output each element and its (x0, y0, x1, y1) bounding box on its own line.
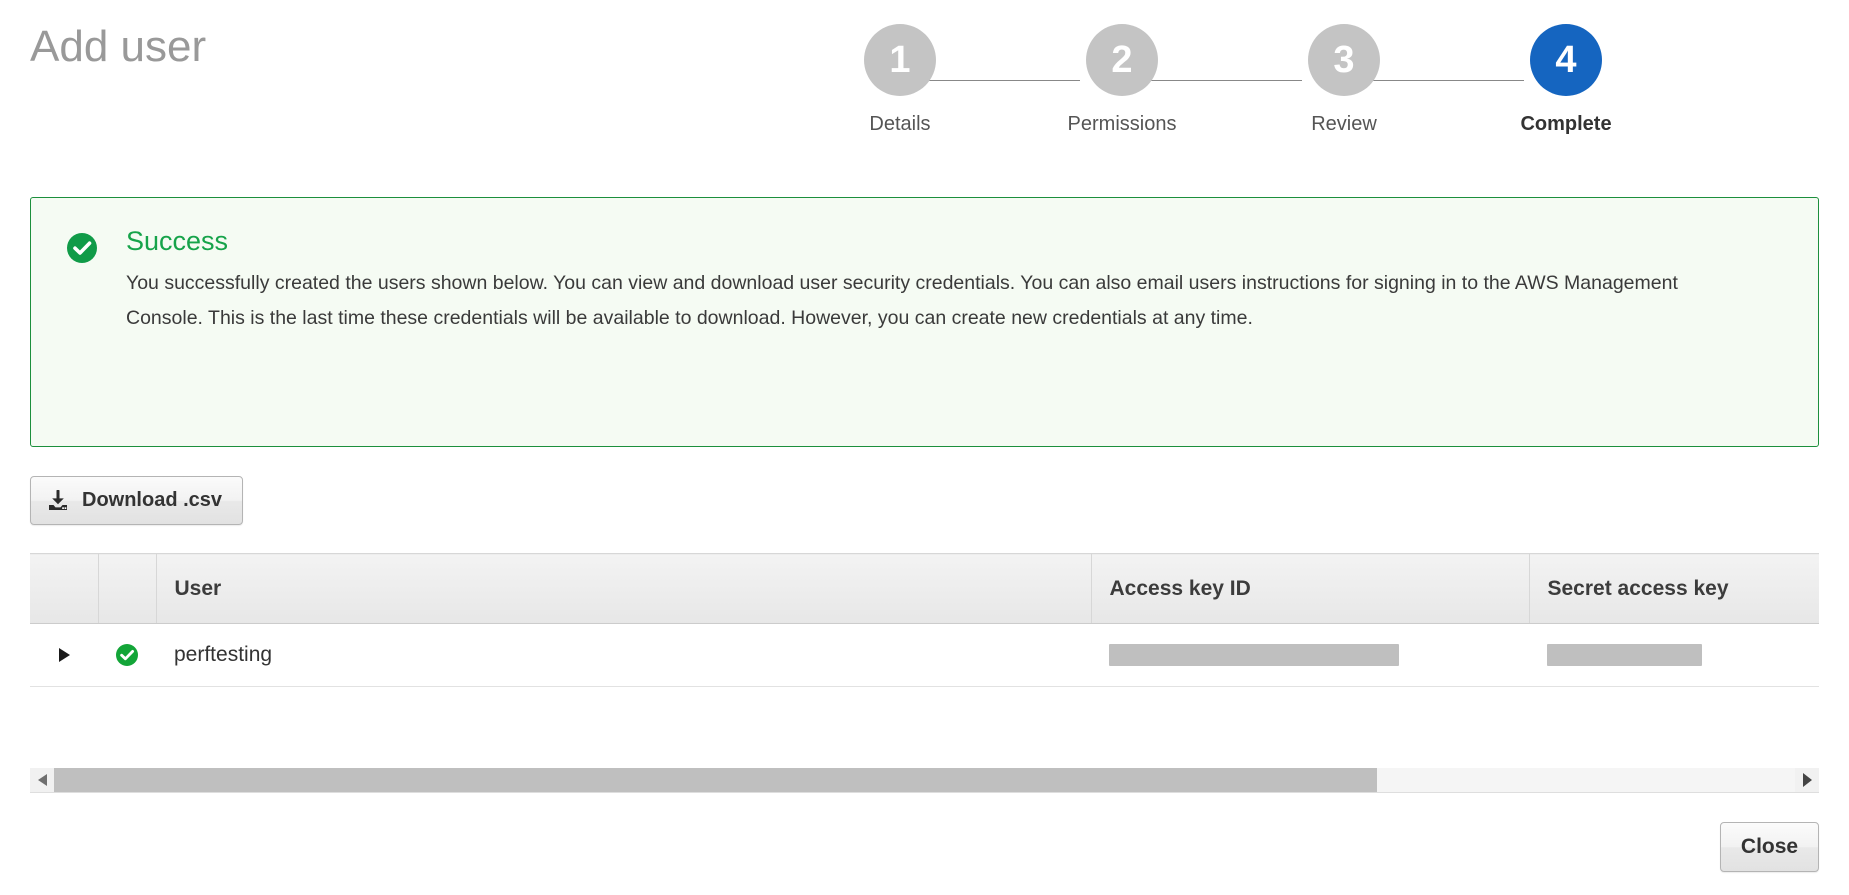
download-csv-label: Download .csv (82, 489, 223, 511)
check-circle-icon (66, 232, 98, 264)
credentials-table: User Access key ID Secret access key per… (30, 553, 1819, 687)
row-user-value: perftesting (174, 643, 273, 666)
step-number-1: 1 (864, 24, 936, 96)
close-button[interactable]: Close (1720, 822, 1819, 872)
column-header-user: User (156, 553, 1092, 624)
step-label-review: Review (1311, 113, 1377, 135)
row-access-key-id-cell (1091, 623, 1529, 687)
scroll-right-button[interactable] (1795, 768, 1819, 792)
step-label-permissions: Permissions (1067, 113, 1177, 135)
column-header-expand (30, 553, 99, 624)
arrow-right-icon (1802, 773, 1812, 787)
success-alert: Success You successfully created the use… (30, 197, 1819, 447)
secret-access-key-redaction (1547, 644, 1702, 666)
step-label-complete: Complete (1520, 113, 1612, 135)
stepper-step-complete[interactable]: 4 Complete (1496, 24, 1636, 136)
check-circle-icon (115, 643, 139, 667)
stepper-step-details[interactable]: 1 Details (830, 24, 970, 136)
stepper-step-review[interactable]: 3 Review (1274, 24, 1414, 136)
download-csv-button[interactable]: Download .csv (30, 476, 244, 525)
row-secret-access-key-cell (1529, 623, 1819, 687)
wizard-stepper: 1 Details 2 Permissions 3 Review 4 Compl… (860, 24, 1660, 164)
close-button-label: Close (1740, 835, 1799, 858)
page-header: Add user 1 Details 2 Permissions 3 Revie… (0, 0, 1849, 180)
access-key-id-redaction (1109, 644, 1399, 666)
scrollbar-thumb[interactable] (54, 768, 1378, 792)
stepper-step-permissions[interactable]: 2 Permissions (1052, 24, 1192, 136)
download-icon (47, 489, 69, 512)
scroll-left-button[interactable] (30, 768, 54, 792)
step-label-details: Details (869, 113, 931, 135)
row-user-cell: perftesting (156, 623, 1091, 687)
row-status-cell (98, 623, 156, 687)
scrollbar-track[interactable] (54, 768, 1795, 792)
column-header-access-key-id: Access key ID (1091, 553, 1530, 624)
column-header-status (98, 553, 157, 624)
page-title: Add user (30, 22, 207, 71)
column-header-secret-access-key: Secret access key (1529, 553, 1819, 624)
triangle-right-icon[interactable] (58, 648, 70, 662)
alert-title: Success (126, 226, 229, 256)
table-row: perftesting (30, 623, 1819, 687)
row-expand-cell[interactable] (30, 623, 98, 687)
table-horizontal-scrollbar[interactable] (30, 768, 1819, 793)
step-number-4: 4 (1530, 24, 1602, 96)
step-number-3: 3 (1308, 24, 1380, 96)
step-number-2: 2 (1086, 24, 1158, 96)
arrow-left-icon (37, 774, 47, 786)
table-header-row: User Access key ID Secret access key (30, 553, 1819, 624)
alert-message: You successfully created the users shown… (126, 272, 1678, 329)
